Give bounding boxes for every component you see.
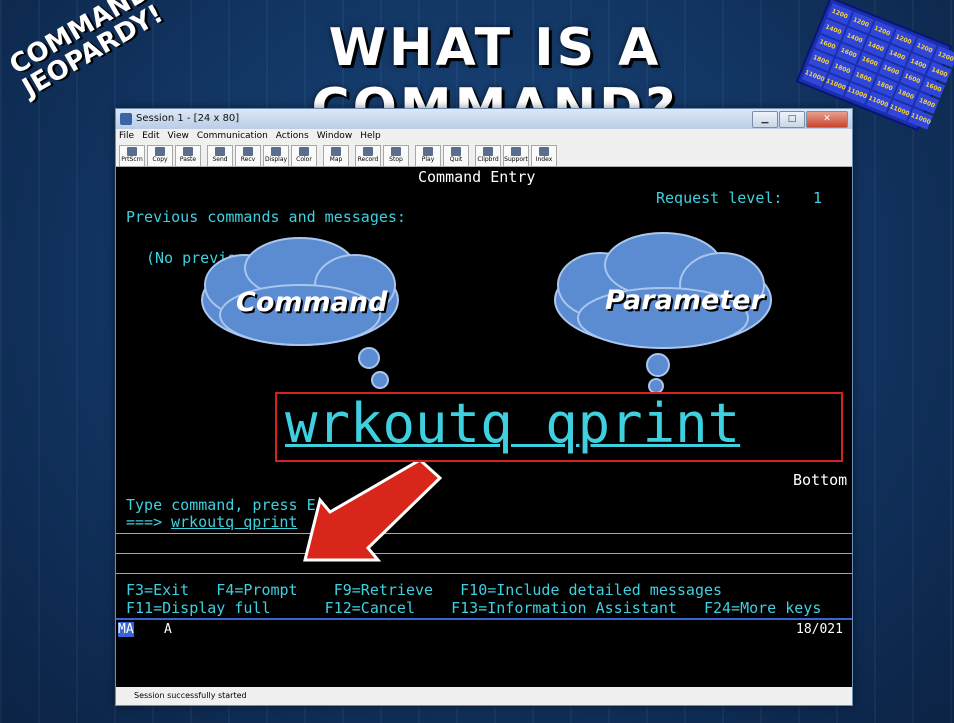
big-command-text: wrkoutq qprint <box>285 392 741 455</box>
parameter-label: Parameter <box>605 285 764 316</box>
annotation-overlay <box>201 232 772 562</box>
command-label: Command <box>236 287 388 318</box>
red-arrow <box>303 458 443 562</box>
